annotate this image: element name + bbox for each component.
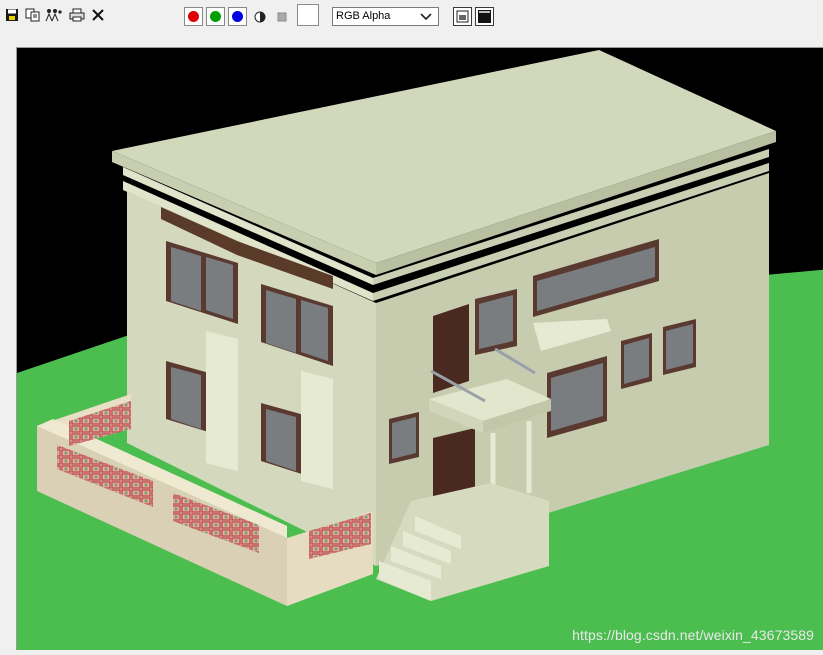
- bottom-border: [0, 650, 823, 655]
- copy-image-icon[interactable]: [24, 6, 42, 24]
- ui-overlay-icon: [456, 10, 469, 23]
- clear-icon[interactable]: [89, 6, 107, 24]
- print-icon[interactable]: [68, 6, 86, 24]
- green-channel-button[interactable]: [206, 7, 225, 26]
- ui-icon: [478, 10, 491, 23]
- monochrome-icon[interactable]: [251, 8, 269, 26]
- frame-window-toolbar: RGB Alpha: [0, 0, 823, 34]
- rendered-house-image: [17, 50, 823, 650]
- channel-display-value: RGB Alpha: [336, 10, 391, 22]
- clone-window-icon[interactable]: [45, 6, 63, 24]
- color-swatch[interactable]: [297, 4, 319, 26]
- red-dot-icon: [188, 11, 199, 22]
- clear-channel-icon[interactable]: [273, 8, 291, 26]
- toggle-ui-overlay-button[interactable]: [453, 7, 472, 26]
- blue-dot-icon: [232, 11, 243, 22]
- chevron-down-icon: [420, 13, 432, 21]
- toggle-ui-button[interactable]: [475, 7, 494, 26]
- channel-display-dropdown[interactable]: RGB Alpha: [332, 7, 439, 26]
- red-channel-button[interactable]: [184, 7, 203, 26]
- green-dot-icon: [210, 11, 221, 22]
- save-image-icon[interactable]: [3, 6, 21, 24]
- watermark-text: https://blog.csdn.net/weixin_43673589: [572, 627, 814, 643]
- blue-channel-button[interactable]: [228, 7, 247, 26]
- rendered-frame-viewport: https://blog.csdn.net/weixin_43673589: [16, 47, 823, 650]
